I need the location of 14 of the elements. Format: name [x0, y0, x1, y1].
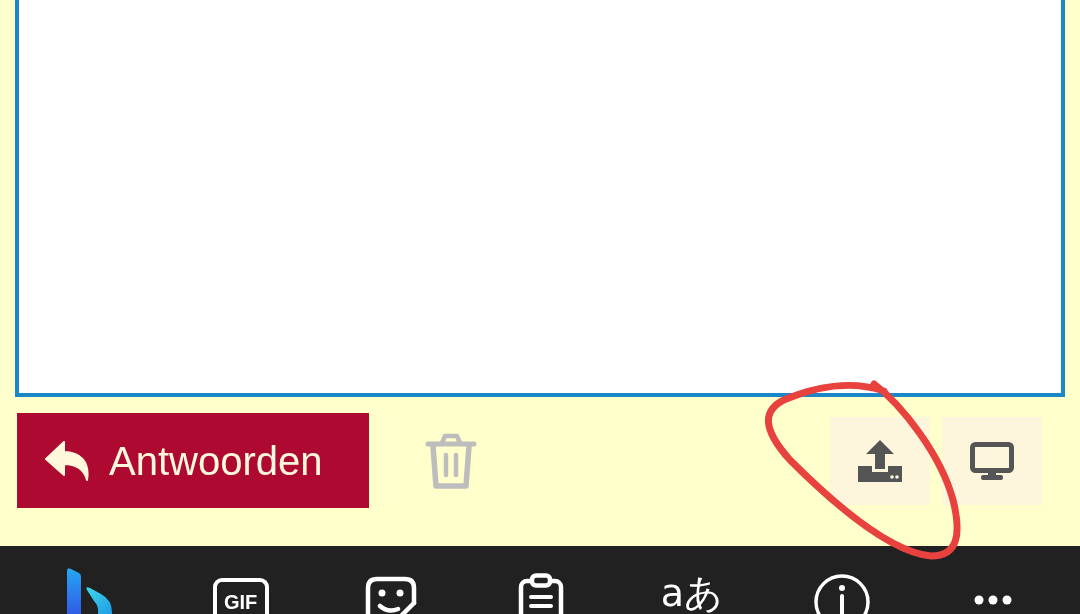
upload-button[interactable]	[830, 417, 930, 505]
logo-icon[interactable]	[67, 568, 114, 614]
translate-button[interactable]: aあ	[660, 574, 724, 614]
sticker-icon[interactable]	[365, 576, 418, 614]
reply-arrow-icon	[45, 440, 89, 481]
more-icon[interactable]	[973, 595, 1012, 605]
message-field[interactable]	[15, 0, 1065, 397]
clipboard-icon[interactable]	[518, 573, 565, 614]
screen-button[interactable]	[942, 417, 1042, 505]
reply-button[interactable]: Antwoorden	[17, 413, 369, 508]
upload-icon	[858, 440, 902, 482]
gif-button[interactable]: GIF	[212, 578, 269, 614]
info-icon[interactable]	[814, 573, 871, 614]
monitor-icon	[970, 442, 1014, 480]
